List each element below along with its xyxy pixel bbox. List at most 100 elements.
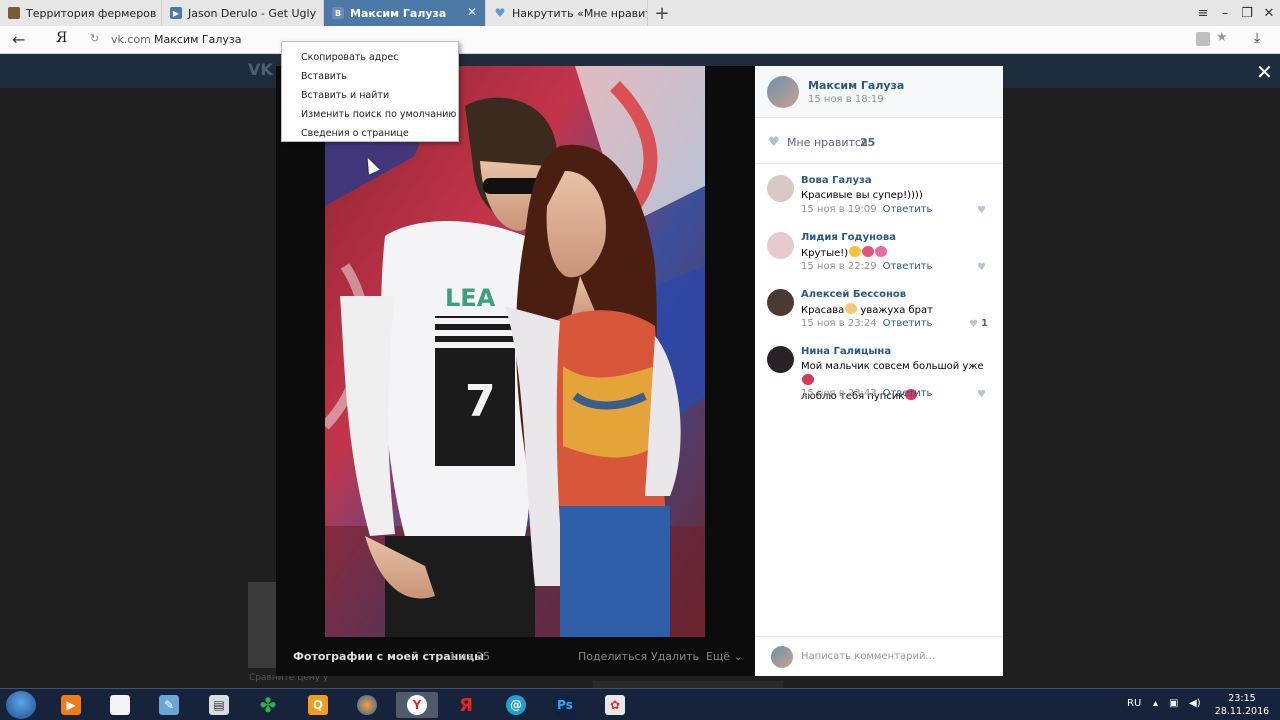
- commenter-avatar[interactable]: [767, 232, 794, 259]
- document-icon[interactable]: [99, 692, 141, 718]
- volume-icon[interactable]: ◀): [1189, 698, 1201, 709]
- commenter-name[interactable]: Алексей Бессонов: [801, 289, 906, 300]
- language-indicator[interactable]: RU: [1127, 698, 1141, 709]
- heart-icon[interactable]: ♥: [768, 135, 780, 150]
- flower-emoji-icon: [862, 246, 875, 257]
- yandex-icon[interactable]: Я: [56, 30, 67, 46]
- tab-favicon-icon: ▶: [170, 7, 182, 19]
- tab-likes[interactable]: ♥ Накрутить «Мне нравится»: [486, 0, 648, 26]
- clover-icon[interactable]: ✤: [247, 692, 289, 718]
- tab-title: Максим Галуза: [350, 6, 447, 20]
- photoshop-icon[interactable]: Ps: [544, 692, 586, 718]
- smile-emoji-icon: [849, 246, 862, 257]
- close-window-icon[interactable]: ✕: [1258, 6, 1280, 21]
- photo-sidebar: Максим Галуза 15 ноя в 18:19 ♥ Мне нрави…: [755, 66, 1003, 676]
- comment: Вова Галуза Красивые вы супер!)))) 15 но…: [755, 175, 1003, 225]
- search-app-icon[interactable]: Q: [297, 692, 339, 718]
- paint-icon[interactable]: ✎: [148, 692, 190, 718]
- network-icon[interactable]: ▣: [1169, 698, 1178, 709]
- comment-text: Красава уважуха брат: [801, 303, 991, 318]
- yandex-browser-icon[interactable]: Y: [396, 692, 438, 718]
- vk-favicon-icon: B: [332, 7, 344, 19]
- comment-like-icon[interactable]: ♥: [969, 319, 978, 330]
- share-button[interactable]: Поделиться: [578, 650, 647, 663]
- mail-agent-icon[interactable]: @: [495, 692, 537, 718]
- photo-app-icon[interactable]: ✿: [594, 692, 636, 718]
- address-bar: ← Я ↻ vk.com Максим Галуза ★ ⤓: [0, 26, 1280, 54]
- likes-count[interactable]: 25: [860, 136, 875, 149]
- tab-farmers[interactable]: Территория фермеров: [0, 0, 162, 26]
- commenter-avatar[interactable]: [767, 346, 794, 373]
- menu-page-info[interactable]: Сведения о странице: [282, 124, 458, 143]
- media-player-icon[interactable]: ▶: [50, 692, 92, 718]
- likes-row[interactable]: ♥ Мне нравится 25: [755, 118, 1003, 164]
- reload-icon[interactable]: ↻: [90, 32, 99, 45]
- close-viewer-icon[interactable]: ✕: [1256, 60, 1273, 84]
- comment-like-icon[interactable]: ♥: [977, 205, 986, 216]
- heart-favicon-icon: ♥: [494, 6, 506, 20]
- my-avatar: [771, 646, 793, 668]
- start-button[interactable]: [6, 691, 36, 719]
- more-button[interactable]: Ещё ⌄: [706, 650, 743, 663]
- svg-text:7: 7: [465, 376, 496, 427]
- address-page-title[interactable]: Максим Галуза: [154, 33, 241, 46]
- bow-emoji-icon: [875, 246, 888, 257]
- menu-copy-address[interactable]: Скопировать адрес: [282, 48, 458, 67]
- new-tab-button[interactable]: +: [648, 0, 676, 26]
- photo[interactable]: LEA 7: [325, 66, 705, 637]
- address-domain[interactable]: vk.com: [111, 33, 151, 46]
- window-icon[interactable]: ▤: [198, 692, 240, 718]
- comment-like-count[interactable]: 1: [981, 318, 988, 329]
- kiss-emoji-icon: [802, 374, 814, 385]
- comment-time[interactable]: 15 ноя в 22:29: [801, 261, 877, 272]
- post-author: Максим Галуза 15 ноя в 18:19: [755, 66, 1003, 118]
- comment-like-icon[interactable]: ♥: [977, 262, 986, 273]
- menu-change-default-search[interactable]: Изменить поиск по умолчанию: [282, 105, 458, 124]
- chevron-down-icon: ⌄: [733, 650, 743, 663]
- back-arrow-icon[interactable]: ←: [12, 30, 25, 49]
- author-name[interactable]: Максим Галуза: [808, 79, 904, 92]
- commenter-avatar[interactable]: [767, 289, 794, 316]
- reply-button[interactable]: Ответить: [883, 388, 933, 399]
- tab-jason-derulo[interactable]: ▶ Jason Derulo - Get Ugly: [162, 0, 324, 26]
- protect-icon[interactable]: [1196, 32, 1210, 46]
- commenter-name[interactable]: Нина Галицына: [801, 346, 891, 357]
- download-icon[interactable]: ⤓: [1254, 30, 1260, 46]
- post-date[interactable]: 15 ноя в 18:19: [808, 94, 884, 105]
- commenter-name[interactable]: Вова Галуза: [801, 175, 872, 186]
- tray-arrow-icon[interactable]: ▴: [1153, 698, 1158, 709]
- more-label: Ещё: [706, 650, 731, 663]
- tab-maksim-galuza[interactable]: B Максим Галуза ✕: [324, 0, 486, 26]
- comment-text-content: Красава: [801, 305, 845, 316]
- likes-label[interactable]: Мне нравится: [787, 136, 868, 149]
- comment-text-content: Мой мальчик совсем большой уже: [801, 361, 984, 372]
- commenter-name[interactable]: Лидия Годунова: [801, 232, 896, 243]
- reply-button[interactable]: Ответить: [883, 318, 933, 329]
- comment-text: Красивые вы супер!)))): [801, 190, 923, 201]
- comment-meta: 15 ноя в 23:24 Ответить: [801, 318, 932, 329]
- context-menu: Скопировать адрес Вставить Вставить и на…: [281, 41, 459, 142]
- comment-text: Крутые!): [801, 246, 991, 261]
- tab-close-icon[interactable]: ✕: [467, 5, 477, 19]
- comment-time[interactable]: 15 ноя в 19:09: [801, 204, 877, 215]
- reply-button[interactable]: Ответить: [883, 261, 933, 272]
- minimize-icon[interactable]: –: [1214, 6, 1236, 21]
- comment-input[interactable]: Написать комментарий...: [801, 651, 935, 662]
- commenter-avatar[interactable]: [767, 175, 794, 202]
- firefox-icon[interactable]: [346, 692, 388, 718]
- menu-paste-and-search[interactable]: Вставить и найти: [282, 86, 458, 105]
- comment-time[interactable]: 15 ноя в 23:24: [801, 318, 877, 329]
- viewer-footer: Фотографии с моей страницы 1 из 35 Подел…: [276, 640, 755, 676]
- yandex-icon[interactable]: Я: [445, 692, 487, 718]
- maximize-icon[interactable]: ❐: [1236, 6, 1258, 21]
- author-avatar[interactable]: [767, 76, 799, 108]
- comment-time[interactable]: 15 ноя в 23:43: [801, 388, 877, 399]
- reply-button[interactable]: Ответить: [883, 204, 933, 215]
- menu-paste[interactable]: Вставить: [282, 67, 458, 86]
- bookmark-star-icon[interactable]: ★: [1216, 30, 1228, 45]
- comment: Лидия Годунова Крутые!) 15 ноя в 22:29 От…: [755, 232, 1003, 282]
- delete-button[interactable]: Удалить: [651, 650, 699, 663]
- clock[interactable]: 23:15 28.11.2016: [1212, 692, 1272, 718]
- comment-like-icon[interactable]: ♥: [977, 389, 986, 400]
- menu-icon[interactable]: ≡: [1192, 6, 1214, 21]
